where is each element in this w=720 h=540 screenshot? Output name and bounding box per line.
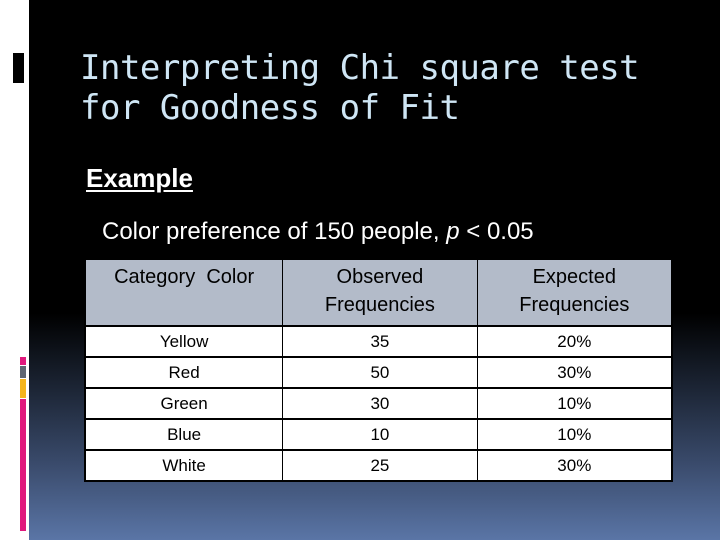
cell-observed: 30 <box>282 387 478 419</box>
cell-observed: 25 <box>282 449 478 481</box>
cell-color: Red <box>85 356 283 388</box>
table-row: Red 50 30% <box>85 356 672 388</box>
table-header-row: Category Color Observed Frequencies Expe… <box>85 259 672 327</box>
accent-bar <box>20 357 26 531</box>
header-text: Frequencies <box>324 294 435 316</box>
slide-title: Interpreting Chi square test for Goodnes… <box>80 48 700 128</box>
left-marker <box>13 53 24 83</box>
subtitle-p-symbol: p <box>446 218 460 245</box>
cell-observed: 50 <box>282 356 478 388</box>
table-row: Blue 10 10% <box>85 418 672 450</box>
accent-segment <box>20 399 26 531</box>
cell-color: Green <box>85 387 283 419</box>
cell-observed: 35 <box>282 326 478 357</box>
cell-expected: 10% <box>476 387 672 419</box>
header-text: Expected <box>532 266 616 288</box>
cell-expected: 30% <box>476 449 672 481</box>
header-text: Category Color <box>114 266 255 288</box>
cell-expected: 30% <box>476 356 672 388</box>
cell-observed: 10 <box>282 418 478 450</box>
frequency-table: Category Color Observed Frequencies Expe… <box>84 258 673 482</box>
page: Interpreting Chi square test for Goodnes… <box>0 0 720 540</box>
title-line: for Goodness of Fit <box>80 88 460 128</box>
header-expected: Expected Frequencies <box>476 259 672 327</box>
cell-expected: 20% <box>476 326 672 357</box>
cell-color: Yellow <box>85 326 283 357</box>
section-heading: Example <box>86 163 193 193</box>
subtitle-suffix: < 0.05 <box>459 218 534 245</box>
header-observed: Observed Frequencies <box>282 259 478 327</box>
subtitle: Color preference of 150 people, p < 0.05 <box>102 218 534 246</box>
header-text: Frequencies <box>519 294 630 316</box>
table-row: Yellow 35 20% <box>85 326 672 357</box>
cell-expected: 10% <box>476 418 672 450</box>
table-row: Green 30 10% <box>85 387 672 419</box>
table-row: White 25 30% <box>85 449 672 481</box>
subtitle-prefix: Color preference of 150 people, <box>102 218 447 245</box>
header-text: Observed <box>336 266 424 288</box>
header-category-color: Category Color <box>85 259 283 327</box>
title-line: Interpreting Chi square test <box>80 48 640 88</box>
accent-segment <box>20 379 26 398</box>
cell-color: White <box>85 449 283 481</box>
cell-color: Blue <box>85 418 283 450</box>
accent-segment <box>20 357 26 365</box>
accent-segment <box>20 366 26 378</box>
